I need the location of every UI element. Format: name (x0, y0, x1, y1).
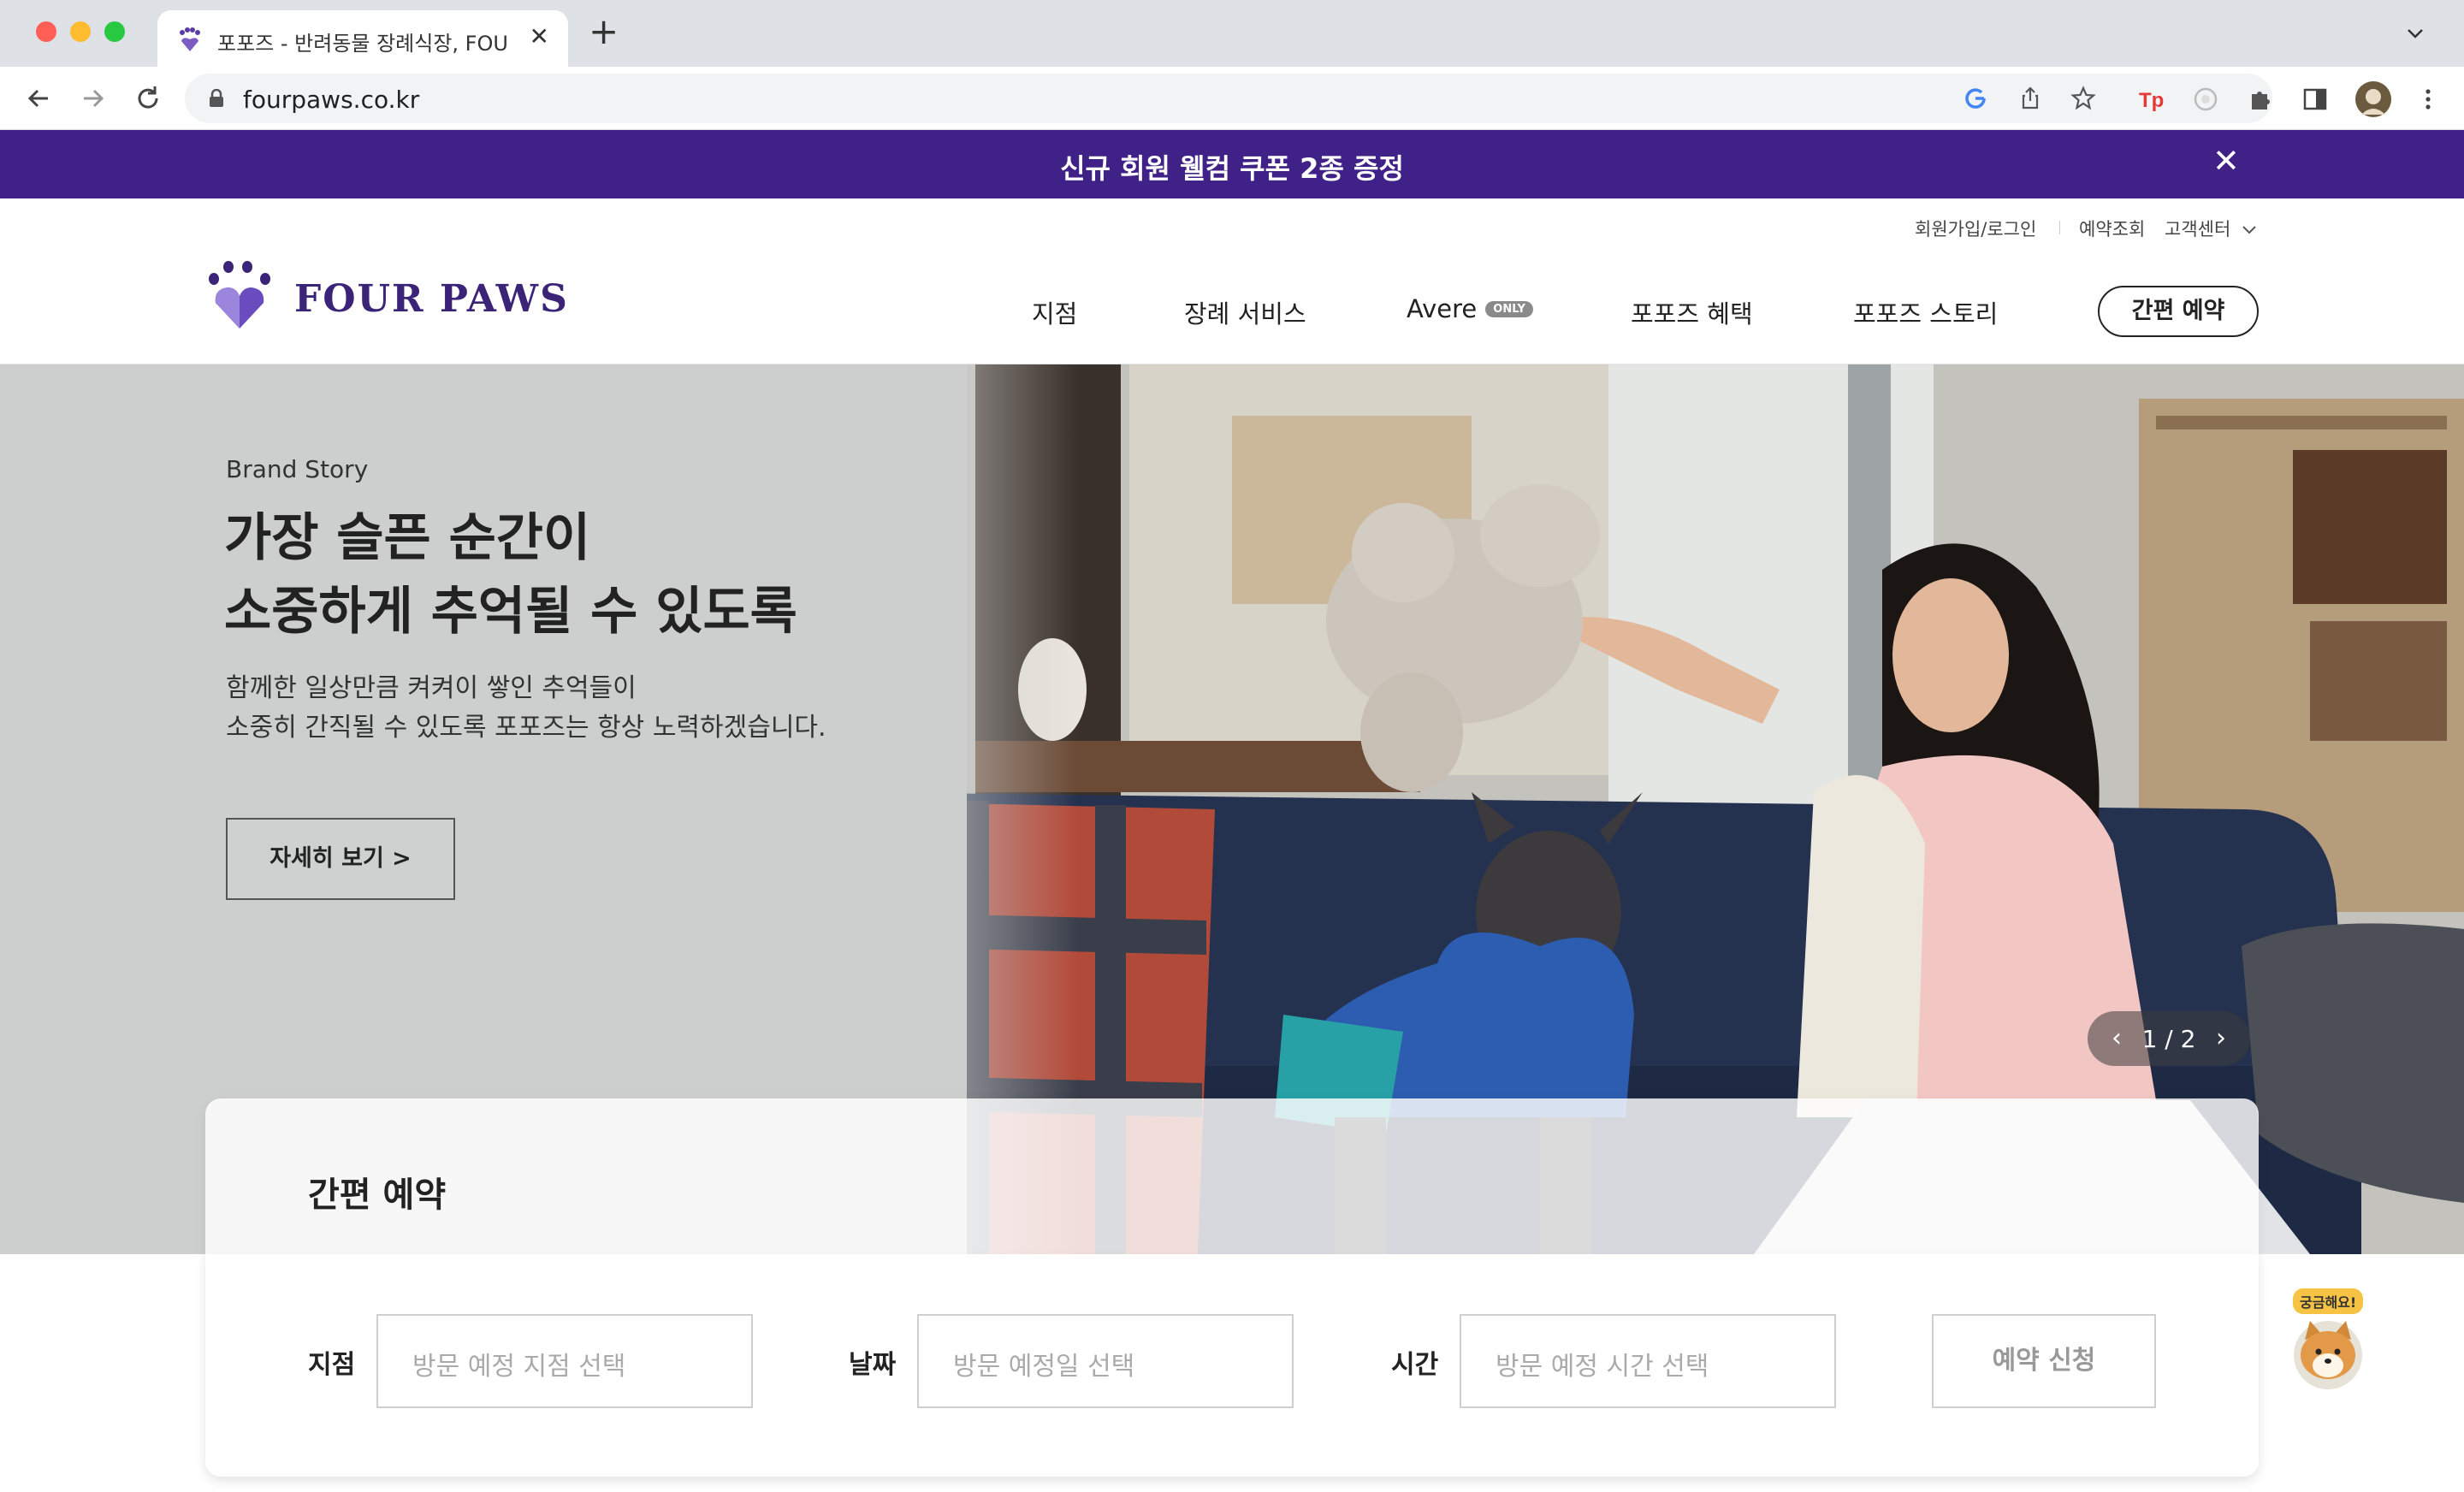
fourpaws-favicon-icon (180, 27, 200, 51)
menu-icon[interactable] (2414, 86, 2442, 113)
nav-funeral-service[interactable]: 장례 서비스 (1184, 294, 1306, 330)
tab-close-icon[interactable]: ✕ (530, 22, 549, 50)
extension-icon[interactable] (2192, 86, 2219, 113)
hero-eyebrow: Brand Story (226, 455, 369, 483)
announcement-bar: 신규 회원 웰컴 쿠폰 2종 증정 ✕ (0, 130, 2464, 198)
reservation-title: 간편 예약 (308, 1175, 447, 1215)
time-placeholder: 방문 예정 시간 선택 (1496, 1352, 1709, 1382)
branch-select[interactable]: 방문 예정 지점 선택 (376, 1314, 753, 1408)
customer-center-link[interactable]: 고객센터 (2165, 216, 2257, 241)
slide-next-icon[interactable]: › (2216, 1023, 2226, 1053)
reservation-submit-button[interactable]: 예약 신청 (1932, 1314, 2156, 1408)
customer-center-label: 고객센터 (2165, 219, 2231, 240)
date-placeholder: 방문 예정일 선택 (953, 1352, 1135, 1382)
window-maximize-button[interactable] (104, 21, 125, 42)
site-header: 회원가입/로그인 예약조회 고객센터 FOUR PAWS 지점 장례 서비스 A… (0, 198, 2464, 364)
share-icon[interactable] (2017, 86, 2043, 111)
puzzle-icon[interactable] (2247, 86, 2274, 113)
sidepanel-icon[interactable] (2301, 86, 2329, 113)
url-text[interactable]: fourpaws.co.kr (243, 86, 419, 114)
lock-icon[interactable] (209, 89, 224, 108)
reload-icon[interactable] (132, 82, 164, 115)
hero-desc-line2: 소중히 간직될 수 있도록 포포즈는 항상 노력하겠습니다. (226, 713, 826, 743)
address-bar[interactable]: fourpaws.co.kr (185, 74, 2272, 123)
hero-title-line2: 소중하게 추억될 수 있도록 (224, 582, 797, 642)
browser-toolbar: fourpaws.co.kr Tp (0, 67, 2464, 130)
nav-benefits[interactable]: 포포즈 혜택 (1631, 294, 1753, 330)
announcement-close-icon[interactable]: ✕ (2212, 142, 2240, 180)
slide-counter: 1 / 2 (2141, 1025, 2196, 1053)
window-minimize-button[interactable] (70, 21, 91, 42)
chevron-down-icon (2242, 226, 2256, 234)
google-icon[interactable] (1963, 86, 1988, 111)
util-divider (2059, 221, 2060, 234)
quick-reserve-button[interactable]: 간편 예약 (2098, 286, 2259, 337)
slide-pager: ‹ 1 / 2 › (2088, 1011, 2250, 1066)
branch-placeholder: 방문 예정 지점 선택 (412, 1352, 626, 1382)
nav-avere[interactable]: Avere ONLY (1407, 294, 1533, 323)
hero-title-line1: 가장 슬픈 순간이 (224, 508, 591, 568)
announcement-text[interactable]: 신규 회원 웰컴 쿠폰 2종 증정 (0, 147, 2464, 186)
svg-text:Tp: Tp (2139, 89, 2164, 112)
extension-tp-icon[interactable]: Tp (2137, 86, 2165, 113)
tab-search-chevron-icon[interactable] (2406, 24, 2425, 43)
new-tab-button[interactable]: + (589, 14, 619, 50)
forward-icon[interactable] (77, 82, 110, 115)
browser-tab-bar: 포포즈 - 반려동물 장례식장, FOUR PAWS ✕ + (0, 0, 2464, 67)
profile-avatar[interactable] (2354, 80, 2392, 118)
branch-label: 지점 (308, 1350, 356, 1380)
slide-prev-icon[interactable]: ‹ (2112, 1023, 2122, 1053)
nav-avere-label: Avere (1407, 294, 1478, 323)
nav-story[interactable]: 포포즈 스토리 (1853, 294, 1998, 330)
time-select[interactable]: 방문 예정 시간 선택 (1460, 1314, 1836, 1408)
shiba-help-icon[interactable] (2289, 1314, 2366, 1391)
hero-title: 가장 슬픈 순간이 소중하게 추억될 수 있도록 (224, 501, 797, 648)
time-label: 시간 (1391, 1350, 1439, 1380)
help-bubble[interactable]: 궁금해요! (2293, 1288, 2364, 1314)
browser-tab-active[interactable]: 포포즈 - 반려동물 장례식장, FOUR PAWS ✕ (157, 10, 568, 67)
reservation-check-link[interactable]: 예약조회 (2079, 216, 2145, 241)
detail-button[interactable]: 자세히 보기 > (226, 818, 455, 900)
login-link[interactable]: 회원가입/로그인 (1915, 216, 2036, 241)
hero-description: 함께한 일상만큼 켜켜이 쌓인 추억들이 소중히 간직될 수 있도록 포포즈는 … (226, 669, 826, 748)
hero-desc-line1: 함께한 일상만큼 켜켜이 쌓인 추억들이 (226, 673, 637, 703)
star-icon[interactable] (2070, 86, 2096, 111)
only-badge: ONLY (1485, 301, 1533, 317)
logo-text[interactable]: FOUR PAWS (294, 277, 569, 321)
date-select[interactable]: 방문 예정일 선택 (917, 1314, 1294, 1408)
fourpaws-logo-icon[interactable] (205, 257, 275, 334)
tab-title: 포포즈 - 반려동물 장례식장, FOUR PAWS (217, 32, 508, 56)
back-icon[interactable] (22, 82, 55, 115)
window-close-button[interactable] (36, 21, 56, 42)
date-label: 날짜 (849, 1350, 897, 1380)
nav-branches[interactable]: 지점 (1032, 294, 1077, 330)
